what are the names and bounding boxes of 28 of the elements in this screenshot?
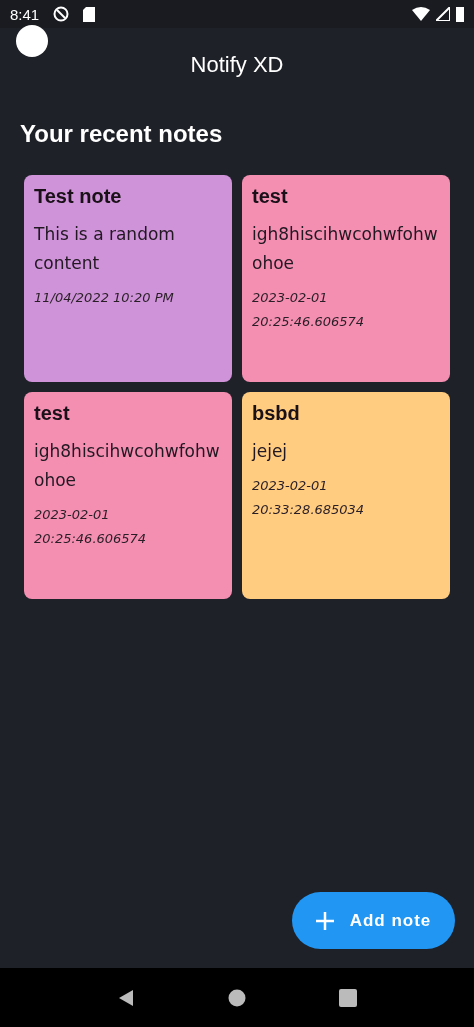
wifi-icon [412,7,430,21]
note-title: test [34,402,70,425]
note-card[interactable]: bsbd jejej 2023-02-01 20:33:28.685034 [242,392,450,599]
signal-icon [436,7,450,21]
note-date: 11/04/2022 10:20 PM [34,289,174,307]
avatar-circle[interactable] [16,25,48,57]
note-card[interactable]: test igh8hiscihwcohwfohwohoe 2023-02-01 20:25:46.606574 [24,392,232,599]
note-content: igh8hiscihwcohwfohwohoe [252,223,439,275]
note-card[interactable]: Test note This is a random content 11/04/2022 10:20 PM [24,175,232,382]
note-content: igh8hiscihwcohwfohwohoe [34,440,221,492]
app-notification-icon [53,6,70,22]
recents-icon[interactable] [339,988,358,1007]
note-card[interactable]: test igh8hiscihwcohwfohwohoe 2023-02-01 20:25:46.606574 [242,175,450,382]
note-title: test [252,185,288,208]
note-title: bsbd [252,402,300,425]
battery-icon [456,6,464,22]
note-date: 2023-02-01 20:25:46.606574 [252,289,366,331]
status-time: 8:41 [10,5,40,23]
note-content: jejej [252,440,288,463]
sd-card-icon [83,6,96,22]
section-heading: Your recent notes [20,120,224,148]
home-icon[interactable] [228,988,246,1007]
note-date: 2023-02-01 20:25:46.606574 [34,506,148,548]
note-content: This is a random content [34,223,176,275]
note-date: 2023-02-01 20:33:28.685034 [252,477,366,519]
note-title: Test note [34,185,122,208]
app-title: Notify XD [189,51,285,79]
plus-icon [315,911,334,930]
